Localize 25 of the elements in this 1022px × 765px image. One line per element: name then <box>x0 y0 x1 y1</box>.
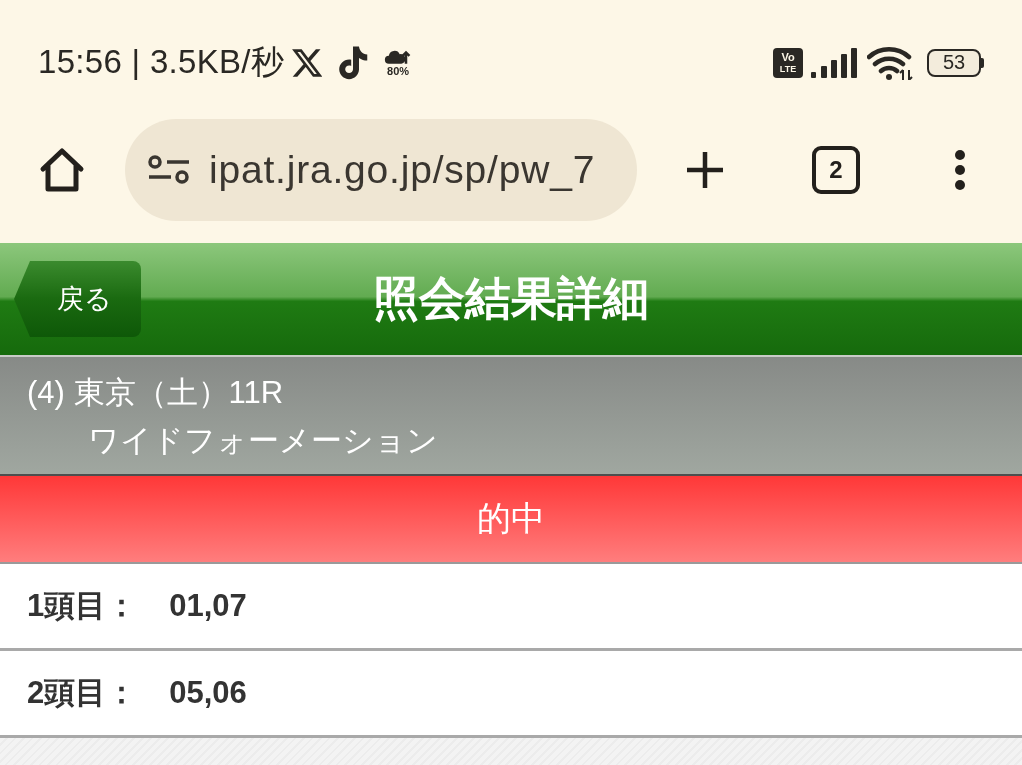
page-title: 照会結果詳細 <box>373 271 649 326</box>
home-icon[interactable] <box>38 147 86 193</box>
music-note-icon <box>338 45 369 80</box>
volte-badge: Vo LTE <box>773 47 803 78</box>
tune-icon[interactable] <box>147 155 191 185</box>
plus-icon[interactable] <box>685 150 725 190</box>
menu-icon[interactable] <box>954 149 966 191</box>
url-text: ipat.jra.go.jp/sp/pw_7 <box>209 148 596 192</box>
selection-label: 2頭目： <box>27 674 138 712</box>
signal-bars-icon <box>811 47 857 78</box>
tab-count-button[interactable]: 2 <box>812 146 860 194</box>
selection-label: 1頭目： <box>27 587 138 625</box>
battery-icon: 53 <box>927 48 984 77</box>
bet-type: ワイドフォーメーション <box>88 422 438 460</box>
cloud-arrow-icon <box>384 48 413 65</box>
letter-x-icon <box>292 48 323 77</box>
selection-numbers: 05,06 <box>169 675 247 711</box>
wifi-icon <box>867 45 913 80</box>
selection-numbers: 01,07 <box>169 588 247 624</box>
race-info: (4) 東京（土）11R <box>27 374 284 412</box>
weather-percent: 80% <box>387 64 410 77</box>
address-bar[interactable]: ipat.jra.go.jp/sp/pw_7 <box>125 119 637 221</box>
result-label: 的中 <box>477 498 545 539</box>
back-button[interactable]: 戻る <box>14 261 141 337</box>
status-time-speed: 15:56 | 3.5KB/秒 <box>38 42 285 82</box>
